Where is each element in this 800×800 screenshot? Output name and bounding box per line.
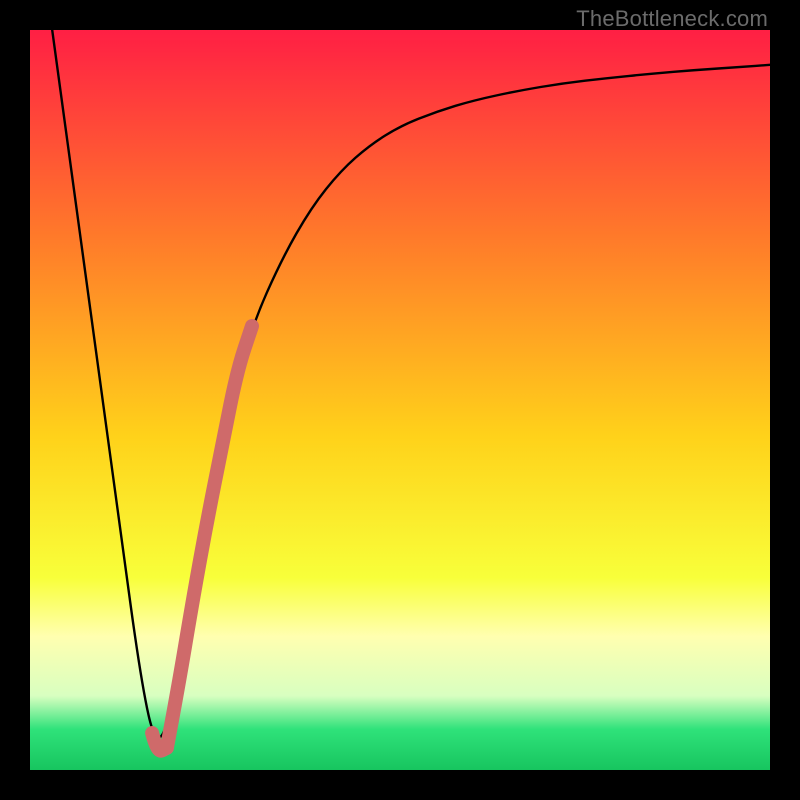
plot-area <box>30 30 770 770</box>
curve-layer <box>30 30 770 770</box>
watermark-text: TheBottleneck.com <box>576 6 768 32</box>
chart-frame: TheBottleneck.com <box>0 0 800 800</box>
highlight-segment <box>167 326 252 748</box>
bottleneck-curve <box>52 30 770 738</box>
